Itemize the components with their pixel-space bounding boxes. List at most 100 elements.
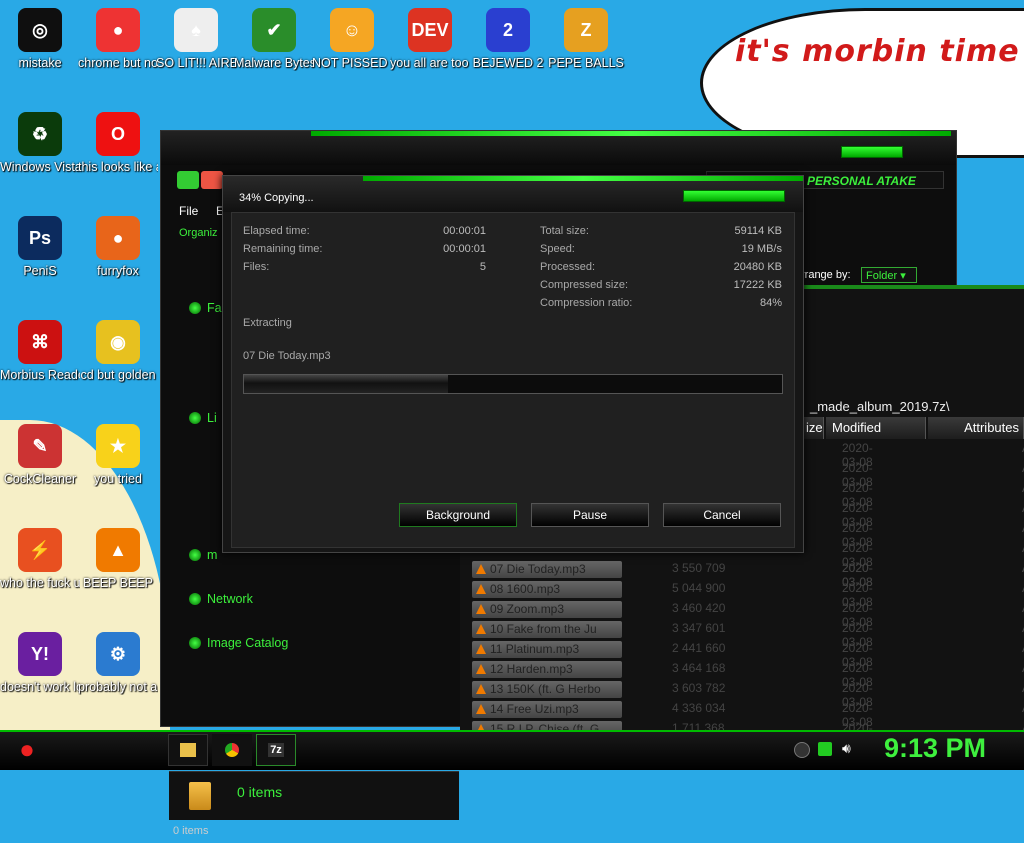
- desktop-icon-notpissed[interactable]: ☺ NOT PISSED B...: [312, 8, 392, 71]
- desktop-icon-cd[interactable]: ◉ cd but golden: [78, 320, 158, 383]
- desktop-icon-youtried[interactable]: ★ you tried: [78, 424, 158, 487]
- desktop-icon-bejeweled[interactable]: 2 BEJEWED 2: [468, 8, 548, 71]
- desktop-icon-firefox[interactable]: ● furryfox: [78, 216, 158, 279]
- desktop-icon-chrome[interactable]: ● chrome but normal c...: [78, 8, 158, 71]
- file-name: 09 Zoom.mp3: [472, 601, 622, 618]
- speech-bubble-text: it's morbin time: [735, 34, 1020, 69]
- tray-volume-icon[interactable]: 🔊︎: [842, 740, 851, 757]
- speed-label: Speed:: [540, 243, 575, 255]
- desktop-icon-vlc[interactable]: ▲ BEEP BEEP: [78, 528, 158, 591]
- youtried-icon: ★: [96, 424, 140, 468]
- taskbar-clock[interactable]: 9:13 PM: [884, 733, 986, 764]
- nav-item-label: m: [207, 548, 218, 562]
- nav-item-icon: [189, 593, 201, 605]
- desktop-icon-solitaire[interactable]: ♠ SO LIT!!! AIRE: [156, 8, 236, 71]
- remaining-label: Remaining time:: [243, 243, 323, 255]
- whothefuck-icon: ⚡: [18, 528, 62, 572]
- menu-file[interactable]: File: [179, 204, 198, 218]
- titlebar-accent: [311, 131, 951, 136]
- tray-network-icon[interactable]: [818, 742, 832, 756]
- desktop-icon-label: NOT PISSED B...: [312, 56, 392, 70]
- cancel-button[interactable]: Cancel: [663, 503, 781, 527]
- nav-item[interactable]: Fa: [189, 301, 222, 315]
- nav-item[interactable]: Network: [189, 592, 253, 606]
- total-size-value: 59114 KB: [734, 225, 782, 237]
- compression-ratio-label: Compression ratio:: [540, 297, 633, 309]
- arrange-by-label: rrange by:: [801, 269, 851, 281]
- nav-item[interactable]: Image Catalog: [189, 636, 288, 650]
- 7zip-icon: 7z: [268, 743, 284, 757]
- taskbar-7zip-button[interactable]: 7z: [256, 734, 296, 766]
- dialog-accent: [363, 176, 803, 181]
- desktop-icon-morbiusreader[interactable]: ⌘ Morbius Reader: [0, 320, 80, 383]
- chrome-icon: ●: [96, 8, 140, 52]
- desktop-icon-probablynot[interactable]: ⚙ probably not a rogue: [78, 632, 158, 695]
- desktop-icon-opera[interactable]: Othis looks like a vagi...: [78, 112, 158, 175]
- taskbar-chrome-button[interactable]: [212, 734, 252, 766]
- file-size: 4 336 034: [672, 701, 726, 715]
- nav-item-label: Image Catalog: [207, 636, 289, 650]
- desktop-icon-label: you tried: [94, 472, 142, 486]
- morbiusreader-icon: ⌘: [18, 320, 62, 364]
- opera-icon: O: [96, 112, 140, 156]
- compressed-size-label: Compressed size:: [540, 279, 629, 291]
- column-attributes[interactable]: Attributes: [928, 417, 1024, 439]
- desktop-icon-mistake[interactable]: ◎ mistake: [0, 8, 80, 71]
- taskbar: [0, 730, 1024, 770]
- start-button-angry-bird-icon[interactable]: ●: [8, 731, 46, 767]
- desktop-icon-malwarebytes[interactable]: ✔ Malware Bytes: [234, 8, 314, 71]
- nav-item-icon: [189, 549, 201, 561]
- progress-bar: [243, 374, 783, 394]
- nav-item[interactable]: m: [189, 548, 217, 562]
- desktop-icon-devcpp[interactable]: DEV you all are too stupid...: [390, 8, 470, 71]
- file-size: 3 347 601: [672, 621, 726, 635]
- desktop-icon-label: who the fuck uses this: [0, 576, 80, 590]
- background-button[interactable]: Background: [399, 503, 517, 527]
- desktop-icon-label: doesn't work lol: [0, 680, 80, 694]
- desktop-icon-label: PEPE BALLS: [548, 56, 624, 70]
- file-size: 3 464 168: [672, 661, 726, 675]
- desktop-icon-label: furryfox: [97, 264, 139, 278]
- forward-button[interactable]: [201, 171, 223, 189]
- nav-item-label: Li: [207, 411, 217, 425]
- desktop-icon-whothefuck[interactable]: ⚡ who the fuck uses this: [0, 528, 80, 591]
- window-controls[interactable]: [841, 146, 903, 158]
- yahoo-icon: Y!: [18, 632, 62, 676]
- pepeballs-icon: Z: [564, 8, 608, 52]
- file-name: 10 Fake from the Ju: [472, 621, 622, 638]
- file-size: 3 550 709: [672, 561, 726, 575]
- file-size: 5 044 900: [672, 581, 726, 595]
- desktop-icon-label: BEJEWED 2: [472, 56, 544, 70]
- windowsvista-icon: ♻: [18, 112, 62, 156]
- desktop-icon-yahoo[interactable]: Y! doesn't work lol: [0, 632, 80, 695]
- pause-button[interactable]: Pause: [531, 503, 649, 527]
- details-pane: 0 items: [169, 771, 459, 820]
- arrange-by-select[interactable]: Folder ▾: [861, 267, 917, 283]
- progress-fill: [244, 375, 449, 393]
- elapsed-value: 00:00:01: [443, 225, 486, 237]
- desktop-icon-label: mistake: [18, 56, 62, 70]
- operation-status: Extracting: [243, 317, 292, 329]
- explorer-titlebar[interactable]: [161, 131, 956, 165]
- processed-label: Processed:: [540, 261, 596, 273]
- tray-arrow-icon[interactable]: [794, 742, 810, 758]
- nav-item[interactable]: Li: [189, 411, 217, 425]
- status-bar: 0 items: [169, 821, 459, 843]
- items-count: 0 items: [237, 784, 283, 800]
- devcpp-icon: DEV: [408, 8, 452, 52]
- column-modified[interactable]: Modified: [826, 417, 926, 439]
- desktop-icon-cockcleaner[interactable]: ✎ CockCleaner: [0, 424, 80, 487]
- nav-item-label: Network: [207, 592, 253, 606]
- compression-ratio-value: 84%: [759, 297, 782, 309]
- file-size: 2 441 660: [672, 641, 726, 655]
- desktop-icon-windowsvista[interactable]: ♻ Windows Vista: [0, 112, 80, 175]
- desktop-icon-pepeballs[interactable]: Z PEPE BALLS: [546, 8, 626, 71]
- desktop-icon-photoshop[interactable]: Ps PeniS: [0, 216, 80, 279]
- dialog-window-controls[interactable]: [683, 190, 785, 202]
- back-button[interactable]: [177, 171, 199, 189]
- desktop-icon-label: cd but golden: [80, 368, 156, 382]
- nav-item-icon: [189, 412, 201, 424]
- files-value: 5: [479, 261, 486, 273]
- taskbar-explorer-button[interactable]: [168, 734, 208, 766]
- nav-item-label: Fa: [207, 301, 222, 315]
